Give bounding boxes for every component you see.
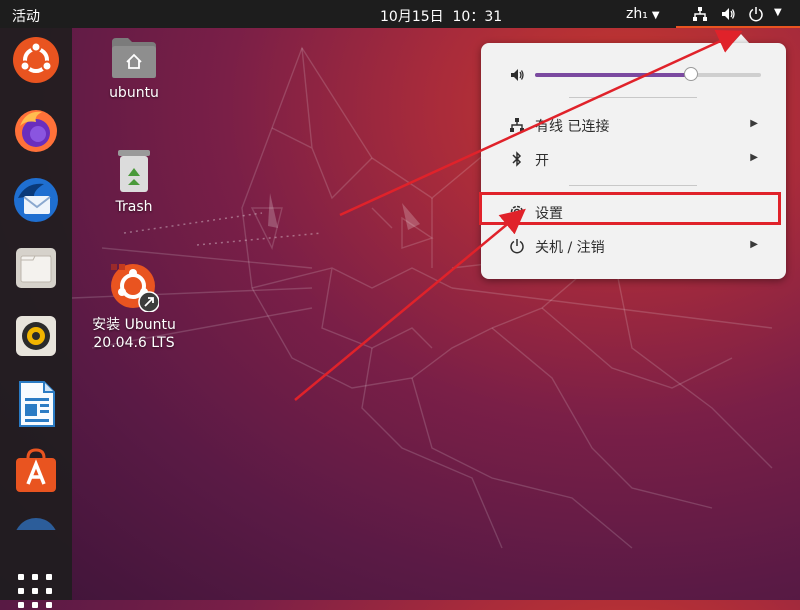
- firefox-icon: [15, 110, 57, 152]
- system-status-area[interactable]: ▼: [676, 0, 800, 28]
- dock-item-firefox[interactable]: [12, 106, 60, 154]
- menu-separator: [569, 185, 697, 186]
- show-applications-button[interactable]: [18, 574, 54, 610]
- ubuntu-installer-icon: [111, 264, 160, 313]
- desktop-icon-label: 安装 Ubuntu: [92, 317, 176, 333]
- chevron-down-icon: ▼: [651, 10, 660, 21]
- menu-item-wired[interactable]: 有线 已连接 ▶: [481, 108, 786, 142]
- trash-icon: [118, 150, 150, 192]
- ubuntu-logo-icon: [13, 37, 59, 83]
- chevron-right-icon: ▶: [750, 239, 758, 250]
- network-wired-icon: [693, 7, 707, 21]
- gear-icon: [510, 205, 524, 219]
- menu-item-label: 有线 已连接: [535, 119, 610, 135]
- volume-fill: [535, 73, 691, 77]
- chevron-right-icon: ▶: [750, 152, 758, 163]
- volume-icon: [511, 69, 524, 81]
- chevron-down-icon: ▼: [774, 7, 782, 18]
- menu-item-bluetooth[interactable]: 开 ▶: [481, 142, 786, 176]
- dock: [0, 28, 72, 608]
- menu-item-power[interactable]: 关机 / 注销 ▶: [481, 229, 786, 263]
- network-wired-icon: [510, 118, 524, 132]
- dock-item-ubuntu[interactable]: [12, 36, 60, 84]
- libreoffice-writer-icon: [19, 381, 55, 427]
- system-menu: 有线 已连接 ▶ 开 ▶ 设置 关机 / 注销 ▶: [481, 43, 786, 279]
- volume-slider[interactable]: [535, 65, 761, 85]
- chevron-right-icon: ▶: [750, 118, 758, 129]
- language-label: zh₁: [626, 6, 648, 22]
- files-icon: [16, 248, 56, 288]
- dock-item-partial[interactable]: [12, 516, 60, 530]
- app-icon: [16, 518, 56, 530]
- thunderbird-icon: [14, 178, 58, 222]
- menu-item-settings[interactable]: 设置: [481, 195, 786, 229]
- desktop-icon-home[interactable]: ubuntu: [84, 36, 184, 102]
- desktop-icon-install-ubuntu[interactable]: 安装 Ubuntu 20.04.6 LTS: [84, 262, 184, 352]
- top-bar: 活动 10月15日 10：31 zh₁ ▼ ▼: [0, 0, 800, 28]
- dock-item-libreoffice-writer[interactable]: [12, 380, 60, 428]
- desktop-icon-label: 20.04.6 LTS: [93, 335, 175, 351]
- ubuntu-software-icon: [16, 448, 56, 492]
- menu-item-label: 设置: [535, 206, 563, 222]
- dock-item-ubuntu-software[interactable]: [12, 446, 60, 494]
- language-indicator[interactable]: zh₁ ▼: [626, 6, 660, 22]
- dock-item-rhythmbox[interactable]: [12, 312, 60, 360]
- desktop-icon-label: ubuntu: [109, 85, 159, 101]
- activities-button[interactable]: 活动: [12, 6, 40, 26]
- menu-separator: [569, 97, 697, 98]
- dock-item-thunderbird[interactable]: [12, 176, 60, 224]
- power-icon: [749, 7, 763, 22]
- desktop-icon-trash[interactable]: Trash: [84, 148, 184, 216]
- bluetooth-icon: [512, 151, 522, 167]
- rhythmbox-icon: [16, 316, 56, 356]
- clock-button[interactable]: 10月15日 10：31: [380, 6, 502, 26]
- menu-item-label: 关机 / 注销: [535, 240, 605, 256]
- dock-item-files[interactable]: [12, 244, 60, 292]
- volume-icon: [722, 8, 735, 20]
- volume-knob[interactable]: [683, 67, 698, 81]
- power-icon: [510, 239, 524, 254]
- menu-item-label: 开: [535, 153, 549, 169]
- home-folder-icon: [112, 38, 156, 78]
- desktop-icon-label: Trash: [115, 199, 153, 215]
